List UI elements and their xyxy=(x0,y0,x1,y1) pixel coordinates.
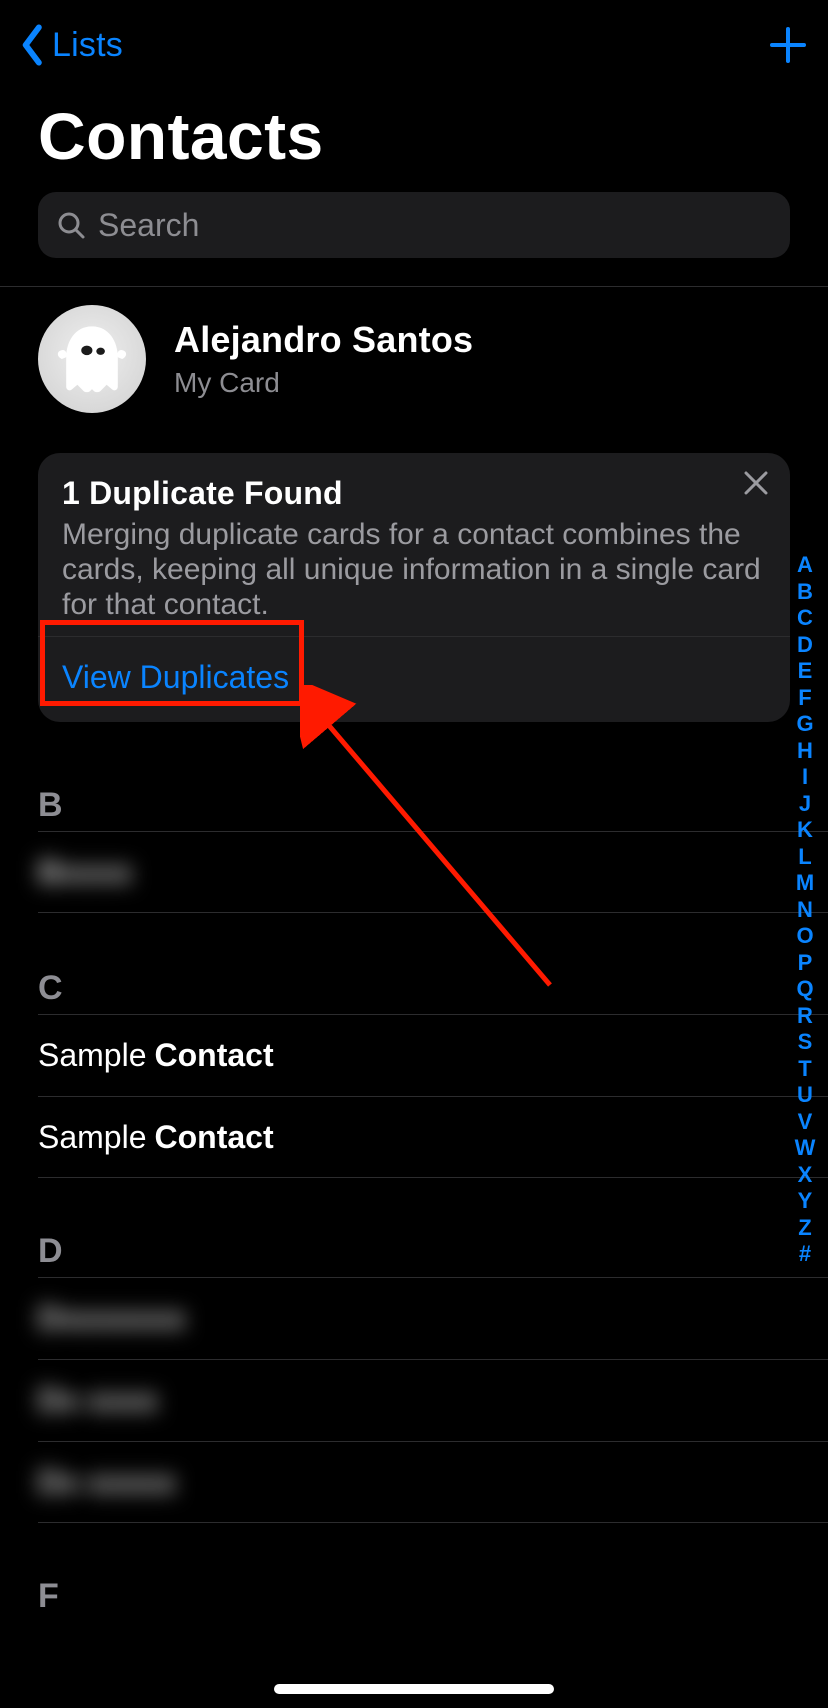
section-header-f: F xyxy=(0,1569,828,1622)
contact-name-first: Bxxxx xyxy=(38,854,132,891)
contact-name-first: Dx xyxy=(38,1382,79,1419)
close-button[interactable] xyxy=(738,467,774,503)
section-header-b: B xyxy=(0,778,828,831)
index-letter[interactable]: U xyxy=(797,1082,813,1109)
my-card-subtitle: My Card xyxy=(174,367,473,399)
index-letter[interactable]: W xyxy=(795,1135,816,1162)
contact-name-first: Sample xyxy=(38,1037,147,1074)
my-card-name: Alejandro Santos xyxy=(174,319,473,361)
view-duplicates-button[interactable]: View Duplicates xyxy=(62,637,766,722)
my-card-row[interactable]: Alejandro Santos My Card xyxy=(0,287,828,435)
index-letter[interactable]: D xyxy=(797,632,813,659)
section-header-c: C xyxy=(0,961,828,1014)
index-letter[interactable]: B xyxy=(797,579,813,606)
duplicates-title: 1 Duplicate Found xyxy=(62,475,766,512)
index-letter[interactable]: K xyxy=(797,817,813,844)
contact-name-last: xxxx xyxy=(87,1382,158,1419)
index-letter[interactable]: F xyxy=(798,685,811,712)
alpha-index-bar[interactable]: ABCDEFGHIJKLMNOPQRSTUVWXYZ# xyxy=(788,552,822,1268)
index-letter[interactable]: H xyxy=(797,738,813,765)
index-letter[interactable]: L xyxy=(798,844,811,871)
index-letter[interactable]: Y xyxy=(798,1188,813,1215)
ghost-icon xyxy=(49,316,135,402)
contact-name-first: Sample xyxy=(38,1119,147,1156)
index-letter[interactable]: X xyxy=(798,1162,813,1189)
index-letter[interactable]: E xyxy=(798,658,813,685)
avatar xyxy=(38,305,146,413)
back-label: Lists xyxy=(52,26,123,65)
index-letter[interactable]: N xyxy=(797,897,813,924)
index-letter[interactable]: G xyxy=(796,711,813,738)
contact-name-first: Dx xyxy=(38,1464,79,1501)
nav-bar: Lists xyxy=(0,0,828,90)
index-letter[interactable]: # xyxy=(799,1241,811,1268)
home-indicator[interactable] xyxy=(274,1684,554,1694)
duplicates-card: 1 Duplicate Found Merging duplicate card… xyxy=(38,453,790,722)
index-letter[interactable]: Q xyxy=(796,976,813,1003)
index-letter[interactable]: P xyxy=(798,950,813,977)
index-letter[interactable]: T xyxy=(798,1056,811,1083)
duplicates-description: Merging duplicate cards for a contact co… xyxy=(62,518,766,622)
index-letter[interactable]: J xyxy=(799,791,811,818)
contact-name-last: Contact xyxy=(155,1119,274,1156)
index-letter[interactable]: C xyxy=(797,605,813,632)
index-letter[interactable]: O xyxy=(796,923,813,950)
add-contact-button[interactable] xyxy=(766,23,810,67)
index-letter[interactable]: M xyxy=(796,870,814,897)
contact-name-last: xxxxx xyxy=(87,1464,176,1501)
search-input[interactable] xyxy=(98,207,772,244)
contact-name-last: Contact xyxy=(155,1037,274,1074)
index-letter[interactable]: Z xyxy=(798,1215,811,1242)
section-header-d: D xyxy=(0,1224,828,1277)
index-letter[interactable]: S xyxy=(798,1029,813,1056)
chevron-left-icon xyxy=(18,23,48,67)
contact-name-first: Dxxxxxxx xyxy=(38,1300,186,1337)
contact-row[interactable]: Sample Contact xyxy=(38,1014,828,1096)
index-letter[interactable]: A xyxy=(797,552,813,579)
contact-row[interactable]: Bxxxx xyxy=(38,831,828,913)
index-letter[interactable]: V xyxy=(798,1109,813,1136)
contact-row[interactable]: Dxxxxxxx xyxy=(38,1277,828,1359)
contact-row[interactable]: Dx xxxx xyxy=(38,1359,828,1441)
contact-row[interactable]: Dx xxxxx xyxy=(38,1441,828,1523)
contact-row[interactable]: Sample Contact xyxy=(38,1096,828,1178)
back-button[interactable]: Lists xyxy=(18,23,123,67)
search-icon xyxy=(56,210,86,240)
page-title: Contacts xyxy=(0,90,828,192)
index-letter[interactable]: I xyxy=(802,764,808,791)
close-icon xyxy=(743,470,769,501)
search-field[interactable] xyxy=(38,192,790,258)
index-letter[interactable]: R xyxy=(797,1003,813,1030)
